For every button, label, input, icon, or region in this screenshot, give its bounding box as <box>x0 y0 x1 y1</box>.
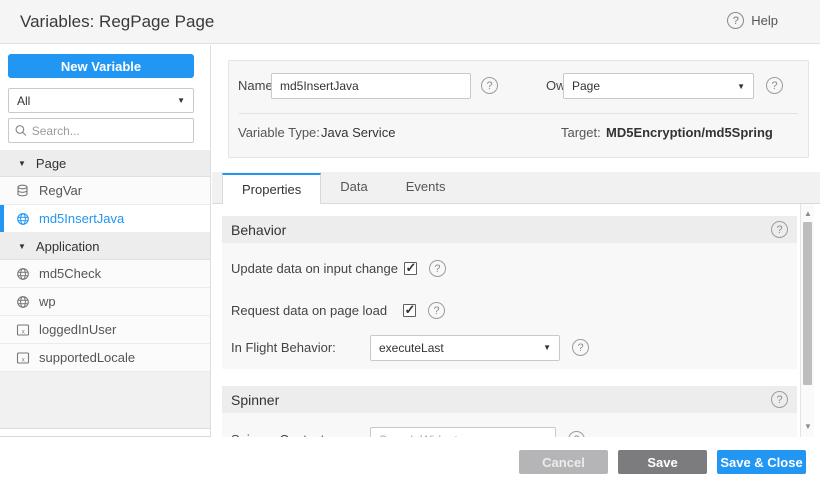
request-data-help-icon[interactable]: ? <box>428 302 445 319</box>
chevron-down-icon: ▼ <box>737 82 745 91</box>
target-label: Target: <box>561 125 601 140</box>
tree-item-wp[interactable]: wp <box>0 288 210 316</box>
tree-item-regvar[interactable]: RegVar <box>0 177 210 205</box>
behavior-section-header: Behavior ? <box>222 216 797 243</box>
owner-value: Page <box>572 79 600 93</box>
behavior-help-icon[interactable]: ? <box>771 221 788 238</box>
help-button[interactable]: ? Help <box>727 12 778 29</box>
help-icon: ? <box>727 12 744 29</box>
name-help-icon[interactable]: ? <box>481 77 498 94</box>
update-data-row: Update data on input change ? <box>222 255 797 282</box>
tree-item-loggedinuser[interactable]: x loggedInUser <box>0 316 210 344</box>
collapse-arrow-icon: ▼ <box>18 159 26 168</box>
scroll-down-icon[interactable]: ▼ <box>801 419 815 435</box>
dialog-footer: Cancel Save Save & Close <box>0 438 820 487</box>
tree-item-md5check[interactable]: md5Check <box>0 260 210 288</box>
owner-help-icon[interactable]: ? <box>766 77 783 94</box>
tree-item-label: loggedInUser <box>39 322 116 337</box>
variables-sidebar: New Variable All ▼ ▼ Page RegVar <box>0 45 211 437</box>
tab-properties[interactable]: Properties <box>222 173 321 204</box>
detail-tabbar: Properties Data Events <box>212 172 820 204</box>
java-service-icon <box>16 267 30 281</box>
tree-item-label: supportedLocale <box>39 350 135 365</box>
tab-data[interactable]: Data <box>321 172 386 203</box>
variable-filter-select[interactable]: All ▼ <box>8 88 194 113</box>
model-variable-icon: x <box>16 323 30 337</box>
spinner-section-title: Spinner <box>231 392 279 408</box>
tree-item-label: md5InsertJava <box>39 211 124 226</box>
target-value: MD5Encryption/md5Spring <box>606 125 773 140</box>
tree-empty-space <box>0 372 210 429</box>
chevron-down-icon: ▼ <box>543 343 551 352</box>
variable-summary-panel: Name: * ? Owner: * Page ▼ ? Variable Typ… <box>228 60 809 158</box>
name-input[interactable] <box>271 73 471 99</box>
tree-group-label: Application <box>36 239 100 254</box>
collapse-arrow-icon: ▼ <box>18 242 26 251</box>
scrollbar-thumb[interactable] <box>803 222 812 385</box>
variables-dialog: Variables: RegPage Page ? Help New Varia… <box>0 0 820 487</box>
save-close-button[interactable]: Save & Close <box>717 450 806 474</box>
in-flight-select[interactable]: executeLast ▼ <box>370 335 560 361</box>
model-variable-icon: x <box>16 351 30 365</box>
in-flight-row: In Flight Behavior: executeLast ▼ ? <box>222 334 797 361</box>
database-variable-icon <box>16 184 30 198</box>
spinner-section-body: Spinner Context: ? <box>222 413 797 437</box>
spinner-help-icon[interactable]: ? <box>771 391 788 408</box>
variable-search[interactable] <box>8 118 194 143</box>
help-label: Help <box>751 13 778 28</box>
tree-group-page[interactable]: ▼ Page <box>0 150 210 177</box>
request-data-checkbox[interactable] <box>403 304 416 317</box>
spinner-context-help-icon[interactable]: ? <box>568 431 585 437</box>
update-data-help-icon[interactable]: ? <box>429 260 446 277</box>
update-data-label: Update data on input change <box>231 261 398 276</box>
tree-item-md5insertjava[interactable]: md5InsertJava <box>0 205 210 233</box>
tree-group-application[interactable]: ▼ Application <box>0 233 210 260</box>
spinner-section-header: Spinner ? <box>222 386 797 413</box>
save-button[interactable]: Save <box>618 450 707 474</box>
properties-content: Behavior ? Update data on input change ?… <box>212 204 820 437</box>
in-flight-help-icon[interactable]: ? <box>572 339 589 356</box>
variable-type-label: Variable Type: <box>238 125 320 140</box>
tree-group-label: Page <box>36 156 66 171</box>
in-flight-value: executeLast <box>379 341 444 355</box>
panel-divider <box>239 113 798 114</box>
spinner-context-input[interactable] <box>370 427 556 438</box>
tab-events[interactable]: Events <box>387 172 465 203</box>
tree-item-label: wp <box>39 294 56 309</box>
scroll-up-icon[interactable]: ▲ <box>801 206 815 222</box>
variable-type-value: Java Service <box>321 125 395 140</box>
behavior-section-body: Update data on input change ? Request da… <box>222 243 797 369</box>
svg-text:x: x <box>22 329 25 335</box>
properties-sections: Behavior ? Update data on input change ?… <box>222 204 797 437</box>
cancel-button[interactable]: Cancel <box>519 450 608 474</box>
name-owner-row: Name: * ? Owner: * Page ▼ ? <box>229 73 808 99</box>
search-input[interactable] <box>32 124 187 138</box>
page-title: Variables: RegPage Page <box>20 0 214 44</box>
spinner-context-row: Spinner Context: ? <box>222 426 797 437</box>
behavior-section-title: Behavior <box>231 222 286 238</box>
variable-filter-value: All <box>17 94 30 108</box>
chevron-down-icon: ▼ <box>177 96 185 105</box>
variable-detail-panel: Name: * ? Owner: * Page ▼ ? Variable Typ… <box>212 45 820 437</box>
spinner-context-combo <box>370 427 556 438</box>
owner-select[interactable]: Page ▼ <box>563 73 754 99</box>
tree-item-label: RegVar <box>39 183 82 198</box>
request-data-label: Request data on page load <box>231 303 403 318</box>
vertical-scrollbar[interactable]: ▲ ▼ <box>800 204 814 437</box>
dialog-header: Variables: RegPage Page ? Help <box>0 0 820 44</box>
search-icon <box>15 124 27 137</box>
update-data-checkbox[interactable] <box>404 262 417 275</box>
java-service-icon <box>16 212 30 226</box>
request-data-row: Request data on page load ? <box>222 297 797 324</box>
tree-item-supportedlocale[interactable]: x supportedLocale <box>0 344 210 372</box>
java-service-icon <box>16 295 30 309</box>
variable-tree: ▼ Page RegVar md5InsertJava ▼ Applicatio… <box>0 150 210 429</box>
spinner-context-label: Spinner Context: <box>231 432 370 437</box>
new-variable-button[interactable]: New Variable <box>8 54 194 78</box>
tree-item-label: md5Check <box>39 266 101 281</box>
in-flight-label: In Flight Behavior: <box>231 340 370 355</box>
svg-text:x: x <box>22 357 25 363</box>
